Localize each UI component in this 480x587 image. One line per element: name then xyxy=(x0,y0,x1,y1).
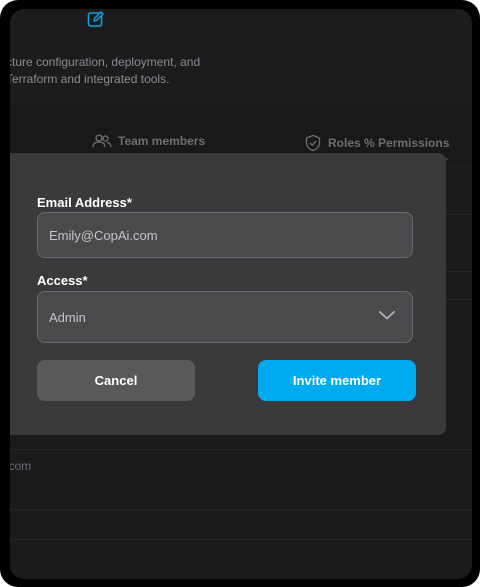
tab-roles-permissions[interactable]: Roles % Permissions xyxy=(304,134,449,152)
member-email: y.com xyxy=(10,459,32,473)
device-frame: cture configuration, deployment, and Ter… xyxy=(0,0,480,587)
table-row-divider xyxy=(10,509,472,510)
description-line-1: cture configuration, deployment, and xyxy=(10,55,201,69)
project-header: cture configuration, deployment, and Ter… xyxy=(10,9,472,104)
users-icon xyxy=(92,134,112,148)
description-line-2: Terraform and integrated tools. xyxy=(10,72,170,86)
email-field[interactable]: Emily@CopAi.com xyxy=(37,212,413,258)
table-row-divider xyxy=(10,539,472,540)
email-label: Email Address* xyxy=(37,195,132,210)
tab-team-members[interactable]: Team members xyxy=(92,134,205,148)
access-value: Admin xyxy=(49,309,86,325)
email-value: Emily@CopAi.com xyxy=(49,227,158,243)
table-row-divider xyxy=(10,449,472,450)
access-select[interactable]: Admin xyxy=(37,291,413,343)
tab-roles-permissions-label: Roles % Permissions xyxy=(328,136,450,150)
edit-icon[interactable] xyxy=(87,10,105,28)
shield-check-icon xyxy=(305,134,321,152)
access-label: Access* xyxy=(37,273,88,288)
cancel-button[interactable]: Cancel xyxy=(37,360,195,401)
project-description: cture configuration, deployment, and Ter… xyxy=(10,54,336,88)
invite-member-button[interactable]: Invite member xyxy=(258,360,416,401)
chevron-down-icon xyxy=(379,311,395,320)
tab-team-members-label: Team members xyxy=(118,134,206,148)
invite-member-modal: Email Address* Emily@CopAi.com Access* A… xyxy=(10,153,446,435)
